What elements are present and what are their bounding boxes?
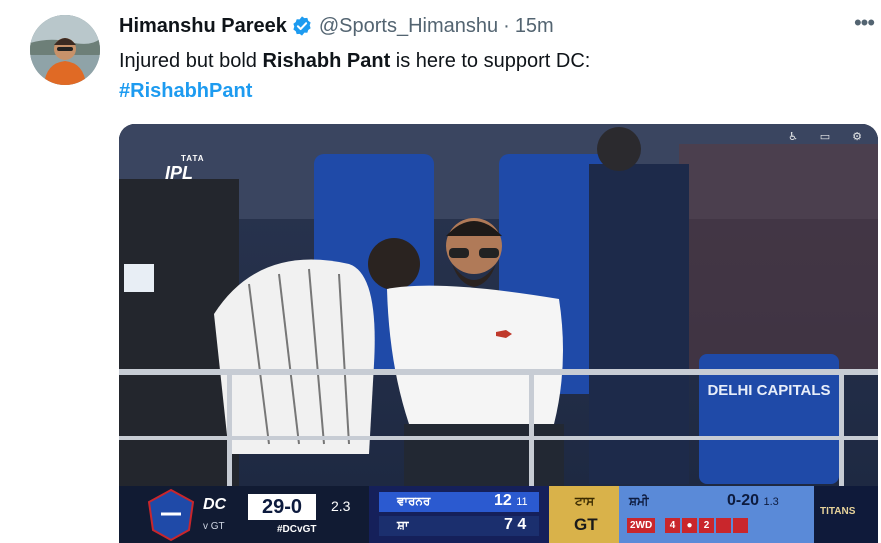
batter2-score: 7 4	[504, 516, 526, 534]
toss-winner: GT	[574, 515, 598, 534]
avatar-image	[30, 15, 100, 85]
ipl-sponsor-text: TATA	[181, 154, 205, 163]
batter1-balls: 11	[516, 496, 528, 508]
tweet-bold-name: Rishabh Pant	[262, 50, 391, 72]
tweet-line-2: #RishabhPant	[119, 76, 590, 106]
batter2-name: ਸ਼ਾ	[397, 518, 409, 532]
batter2-balls: 4	[517, 516, 527, 533]
author-name[interactable]: Himanshu Pareek	[119, 15, 287, 38]
ball-1: 4	[665, 518, 680, 533]
tweet-header: Himanshu Pareek @Sports_Himanshu · 15m	[119, 13, 554, 39]
batter1-runs: 12	[494, 492, 512, 509]
tweet-line-1: Injured but bold Rishabh Pant is here to…	[119, 46, 590, 76]
verified-badge-icon[interactable]	[291, 15, 313, 37]
scoreboard: DC v GT 29-0 2.3 #DCvGT ਵਾਰਨਰ 12 11 ਸ਼ਾ …	[119, 486, 878, 543]
ball-2: ●	[682, 518, 697, 533]
bowler-figures-value: 0-20	[727, 492, 760, 509]
ball-5	[733, 518, 748, 533]
gt-logo-icon: TITANS	[814, 486, 878, 543]
video-overlay-icons: ♿ ▭ ⚙	[786, 130, 864, 143]
bowler-figures: 0-20 1.3	[727, 492, 779, 510]
ipl-brand-text: IPL	[165, 163, 194, 183]
this-over-balls: 4 ● 2	[665, 518, 748, 533]
dc-logo-icon	[147, 488, 195, 542]
extras-label: 2WD	[627, 518, 656, 533]
ipl-logo: TATA IPL	[165, 154, 205, 184]
gt-logo-text: TITANS	[820, 506, 856, 517]
overs: 2.3	[331, 498, 351, 514]
team-score: 29-0	[248, 494, 316, 520]
tweet-media-video[interactable]: TATA IPL DELHI CAPITALS ♿ ▭ ⚙ DC v GT 29…	[119, 124, 878, 543]
captions-icon[interactable]: ▭	[818, 130, 832, 143]
batter1-name: ਵਾਰਨਰ	[397, 494, 431, 508]
bowler-name: ਸ਼ਮੀ	[629, 494, 649, 508]
bowler-overs: 1.3	[763, 496, 779, 508]
tweet-text-after: is here to support DC:	[390, 50, 591, 72]
batter1-score: 12 11	[494, 492, 528, 510]
delhi-capitals-banner-text: DELHI CAPITALS	[707, 382, 831, 399]
header-separator: ·	[503, 14, 510, 37]
settings-icon[interactable]: ⚙	[850, 130, 864, 143]
tweet-timestamp[interactable]: 15m	[515, 15, 554, 38]
match-hashtag: #DCvGT	[277, 524, 317, 535]
hashtag-link[interactable]: #RishabhPant	[119, 80, 252, 102]
opponent-label: v GT	[203, 521, 225, 532]
tweet-text: Injured but bold Rishabh Pant is here to…	[119, 46, 590, 106]
author-avatar[interactable]	[30, 15, 100, 85]
author-handle[interactable]: @Sports_Himanshu	[319, 15, 498, 38]
scoreboard-team-panel: DC v GT 29-0 2.3 #DCvGT	[119, 486, 369, 543]
stadium-scene	[119, 124, 878, 543]
accessibility-icon[interactable]: ♿	[786, 130, 800, 143]
ball-4	[716, 518, 731, 533]
batting-team: DC	[203, 496, 227, 513]
ball-3: 2	[699, 518, 714, 533]
tweet-text-before: Injured but bold	[119, 50, 263, 72]
batter2-runs: 7	[504, 516, 513, 533]
toss-label: ਟਾਸ	[575, 494, 595, 508]
delhi-capitals-seat-banner: DELHI CAPITALS	[707, 382, 831, 400]
more-options-icon[interactable]: •••	[852, 12, 876, 38]
